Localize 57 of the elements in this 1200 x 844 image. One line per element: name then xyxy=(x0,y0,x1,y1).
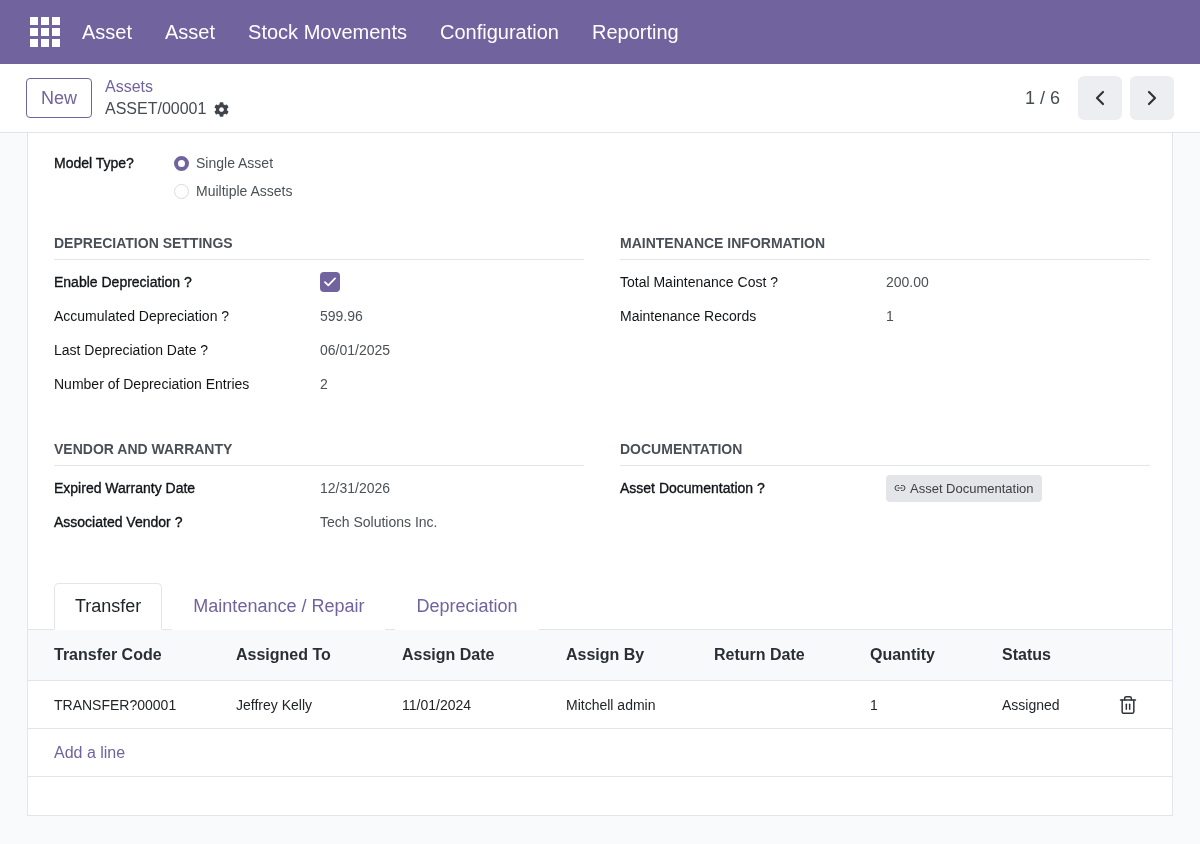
next-button[interactable] xyxy=(1130,76,1174,120)
column-header: Transfer Code xyxy=(54,646,162,664)
table-cell: Assigned xyxy=(1002,696,1060,713)
column-header: Assigned To xyxy=(236,646,331,664)
field-label: Maintenance Records xyxy=(620,307,757,326)
section-heading: DOCUMENTATION xyxy=(620,439,1150,466)
new-button[interactable]: New xyxy=(26,78,92,118)
field-label: Enable Depreciation ? xyxy=(54,273,192,292)
record-name: ASSET/00001 xyxy=(105,99,207,119)
field-value: 12/31/2026 xyxy=(320,479,391,498)
link-icon xyxy=(894,482,906,494)
field-label: Asset Documentation ? xyxy=(620,479,765,498)
table-cell: TRANSFER?00001 xyxy=(54,696,177,713)
section-heading: MAINTENANCE INFORMATION xyxy=(620,233,1150,260)
breadcrumb-link[interactable]: Assets xyxy=(105,77,154,97)
nav-menu-item[interactable]: Stock Movements xyxy=(248,19,407,45)
field-label: Model Type? xyxy=(54,154,135,173)
table-cell: 11/01/2024 xyxy=(402,696,472,713)
nav-menu-item[interactable]: Reporting xyxy=(592,19,679,45)
column-header: Return Date xyxy=(714,646,805,664)
settings-icon[interactable] xyxy=(214,101,230,117)
column-header: Assign By xyxy=(566,646,645,664)
field-label: Last Depreciation Date ? xyxy=(54,341,209,360)
checkbox[interactable] xyxy=(320,272,340,292)
trash-icon xyxy=(1118,694,1138,715)
field-label: Associated Vendor ? xyxy=(54,513,183,532)
table-cell: Jeffrey Kelly xyxy=(236,696,312,713)
section-heading: DEPRECIATION SETTINGS xyxy=(54,233,584,260)
radio-option[interactable]: Single Asset xyxy=(174,149,293,177)
radio-option[interactable]: Muiltiple Assets xyxy=(174,177,293,205)
table-cell: Mitchell admin xyxy=(566,696,656,713)
field-value: 599.96 xyxy=(320,307,363,326)
delete-button[interactable] xyxy=(1118,694,1138,715)
field-value: 2 xyxy=(320,375,328,394)
field-label: Number of Depreciation Entries xyxy=(54,375,250,394)
column-header: Quantity xyxy=(870,646,935,664)
documentation-link-button[interactable]: Asset Documentation xyxy=(886,474,1042,502)
apps-grid-icon[interactable] xyxy=(30,17,60,47)
add-line-link[interactable]: Add a line xyxy=(54,743,126,762)
nav-menu-item[interactable]: Configuration xyxy=(440,19,559,45)
nav-menu-item[interactable]: Asset xyxy=(165,19,216,45)
field-label: Accumulated Depreciation ? xyxy=(54,307,230,326)
field-label: Expired Warranty Date xyxy=(54,479,196,498)
table-cell: 1 xyxy=(870,696,878,713)
field-value: 200.00 xyxy=(886,273,929,292)
nav-menu-item[interactable]: Asset xyxy=(82,19,133,45)
field-value: 06/01/2025 xyxy=(320,341,391,360)
field-value: Tech Solutions Inc. xyxy=(320,513,438,532)
column-header: Assign Date xyxy=(402,646,495,664)
check-icon xyxy=(324,277,336,287)
column-header: Status xyxy=(1002,646,1051,664)
previous-button[interactable] xyxy=(1078,76,1122,120)
pager-counter: 1 / 6 xyxy=(1024,87,1060,109)
section-heading: VENDOR AND WARRANTY xyxy=(54,439,584,466)
tab[interactable]: Transfer xyxy=(54,583,163,630)
field-value: 1 xyxy=(886,307,894,326)
field-label: Total Maintenance Cost ? xyxy=(620,273,778,292)
